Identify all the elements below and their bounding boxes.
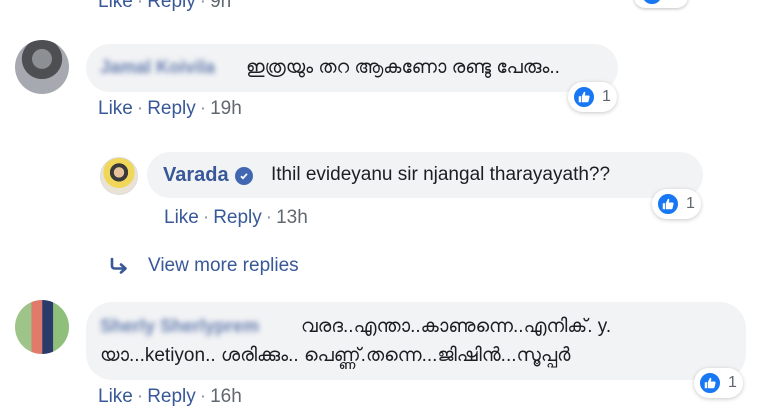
reply-author-avatar[interactable]: [100, 157, 138, 195]
verified-badge-icon: [234, 166, 253, 185]
comment-actions: Like · Reply · 19h: [98, 98, 242, 120]
timestamp[interactable]: 19h: [210, 98, 242, 119]
like-reaction-icon: [640, 0, 664, 6]
view-more-replies-link[interactable]: View more replies: [108, 254, 299, 278]
reply-bubble: Varada Ithil evideyanu sir njangal thara…: [147, 152, 703, 198]
reply-link[interactable]: Reply: [147, 0, 196, 12]
commenter-avatar[interactable]: [15, 40, 69, 94]
reply-author-name[interactable]: Varada: [163, 164, 253, 187]
like-link[interactable]: Like: [98, 0, 133, 12]
comment-bubble: Sherly Sherlyprem വരദ..എന്താ..കാണുന്നെ..…: [86, 302, 746, 380]
like-reaction-icon: [656, 192, 680, 216]
view-more-replies-label: View more replies: [148, 255, 299, 276]
reaction-count: 1: [686, 195, 695, 212]
reply-link[interactable]: Reply: [147, 386, 196, 407]
reply-text: Ithil evideyanu sir njangal tharayayath?…: [271, 164, 611, 185]
like-reaction-icon: [572, 85, 596, 109]
like-link[interactable]: Like: [164, 207, 199, 228]
comment-text: ഇത്രയും തറ ആകണോ രണ്ടു പേരും..: [246, 57, 560, 78]
timestamp[interactable]: 9h: [210, 0, 231, 12]
separator-dot: ·: [265, 207, 273, 228]
comment-text-line-1: വരദ..എന്താ..കാണുന്നെ..എനിക്. y.: [301, 316, 612, 337]
separator-dot: ·: [199, 0, 207, 12]
reaction-count: 1: [602, 88, 611, 105]
separator-dot: ·: [136, 0, 144, 12]
comment-author-name[interactable]: Sherly Sherlyprem: [100, 316, 259, 337]
commenter-avatar[interactable]: [15, 300, 69, 354]
like-link[interactable]: Like: [98, 386, 133, 407]
top-reaction-pill[interactable]: [634, 0, 688, 8]
reaction-count: 1: [728, 374, 737, 391]
like-reaction-icon: [698, 371, 722, 395]
separator-dot: ·: [199, 386, 207, 407]
reply-link[interactable]: Reply: [147, 98, 196, 119]
reply-link[interactable]: Reply: [213, 207, 262, 228]
comment-author-name[interactable]: Jamal Koivila: [100, 57, 215, 78]
separator-dot: ·: [202, 207, 210, 228]
reaction-pill[interactable]: 1: [652, 189, 701, 219]
comment-actions: Like · Reply · 16h: [98, 386, 242, 408]
timestamp[interactable]: 16h: [210, 386, 242, 407]
separator-dot: ·: [136, 98, 144, 119]
top-comment-actions: Like · Reply · 9h: [98, 0, 231, 13]
like-link[interactable]: Like: [98, 98, 133, 119]
separator-dot: ·: [136, 386, 144, 407]
reaction-pill[interactable]: 1: [694, 368, 743, 398]
comment-text-line-2: യാ...ketiyon.. ശരിക്കും.. പെണ്ണ്.തന്നെ..…: [100, 345, 571, 366]
timestamp[interactable]: 13h: [276, 207, 308, 228]
reply-actions: Like · Reply · 13h: [164, 207, 308, 229]
separator-dot: ·: [199, 98, 207, 119]
reaction-pill[interactable]: 1: [568, 82, 617, 112]
reply-arrow-icon: [108, 257, 130, 275]
comment-bubble: Jamal Koivila ഇത്രയും തറ ആകണോ രണ്ടു പേരു…: [86, 44, 618, 92]
